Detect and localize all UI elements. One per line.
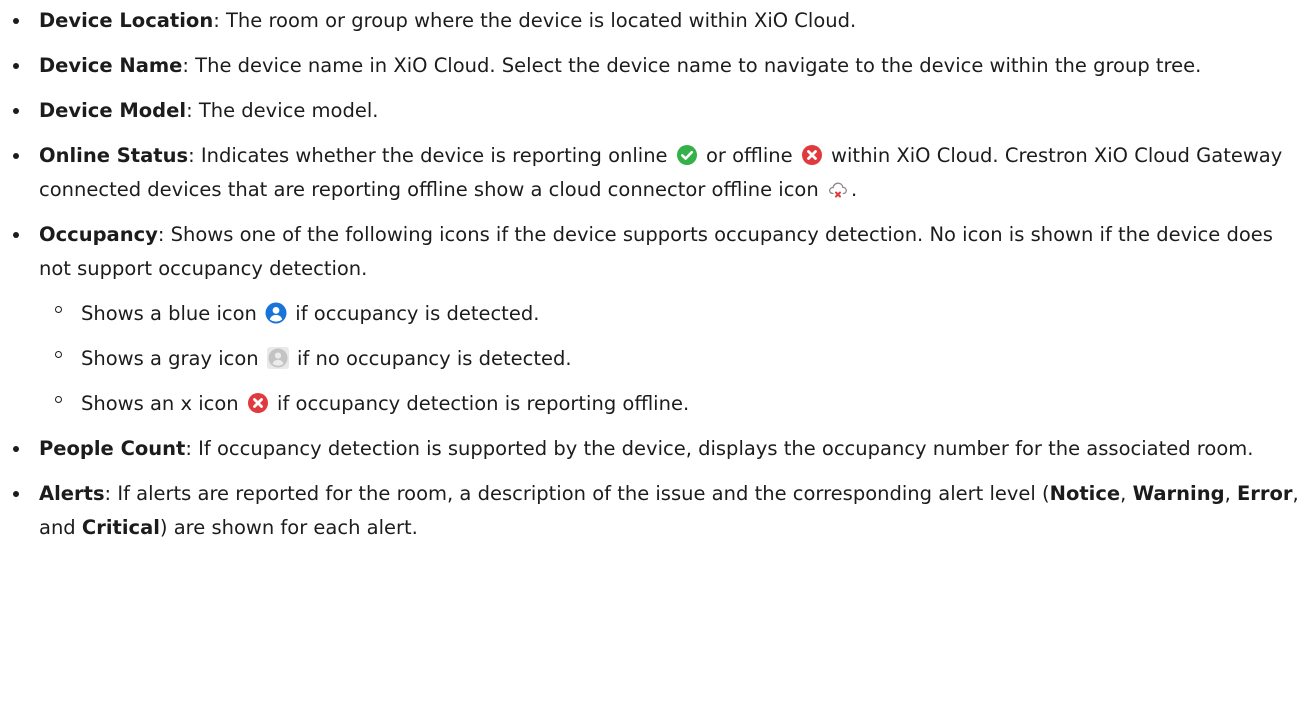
- term-device-model: Device Model: [39, 99, 187, 122]
- document-body: Device Location: The room or group where…: [0, 0, 1310, 545]
- list-item-people-count: People Count: If occupancy detection is …: [0, 432, 1310, 466]
- alert-level-warning: Warning: [1132, 482, 1225, 505]
- x-circle-icon: [247, 392, 269, 414]
- list-item-online-status: Online Status: Indicates whether the dev…: [0, 139, 1310, 207]
- term-occupancy: Occupancy: [39, 223, 158, 246]
- sub-gray-pre: Shows a gray icon: [81, 347, 265, 370]
- field-list: Device Location: The room or group where…: [0, 4, 1310, 545]
- alert-level-critical: Critical: [81, 516, 160, 539]
- desc-device-name: : The device name in XiO Cloud. Select t…: [182, 54, 1202, 77]
- desc-device-model: : The device model.: [186, 99, 379, 122]
- check-circle-icon: [676, 144, 698, 166]
- desc-online-status-d: .: [850, 178, 858, 201]
- sublist-item-blue: Shows a blue icon if occupancy is detect…: [39, 297, 1310, 331]
- term-device-name: Device Name: [39, 54, 183, 77]
- sublist-item-x: Shows an x icon if occupancy detection i…: [39, 387, 1310, 421]
- cloud-offline-icon: [827, 178, 849, 200]
- person-circle-blue-icon: [265, 302, 287, 324]
- desc-alerts-b: ) are shown for each alert.: [159, 516, 418, 539]
- desc-people-count: : If occupancy detection is supported by…: [185, 437, 1254, 460]
- term-people-count: People Count: [39, 437, 186, 460]
- list-item-device-location: Device Location: The room or group where…: [0, 4, 1310, 38]
- alerts-sep-2: ,: [1224, 482, 1237, 505]
- alert-level-error: Error: [1236, 482, 1293, 505]
- x-circle-icon: [801, 144, 823, 166]
- alert-level-notice: Notice: [1049, 482, 1121, 505]
- desc-online-status-b: or offline: [699, 144, 799, 167]
- term-device-location: Device Location: [39, 9, 214, 32]
- list-item-device-model: Device Model: The device model.: [0, 94, 1310, 128]
- occupancy-sublist: Shows a blue icon if occupancy is detect…: [39, 297, 1310, 421]
- sublist-item-gray: Shows a gray icon if no occupancy is det…: [39, 342, 1310, 376]
- desc-occupancy: : Shows one of the following icons if th…: [39, 223, 1273, 280]
- list-item-alerts: Alerts: If alerts are reported for the r…: [0, 477, 1310, 545]
- sub-x-post: if occupancy detection is reporting offl…: [270, 392, 690, 415]
- list-item-device-name: Device Name: The device name in XiO Clou…: [0, 49, 1310, 83]
- sub-blue-post: if occupancy is detected.: [289, 302, 540, 325]
- term-alerts: Alerts: [39, 482, 105, 505]
- person-circle-gray-icon: [266, 347, 289, 369]
- alerts-sep-1: ,: [1120, 482, 1133, 505]
- desc-alerts-a: : If alerts are reported for the room, a…: [104, 482, 1050, 505]
- desc-device-location: : The room or group where the device is …: [213, 9, 857, 32]
- sub-blue-pre: Shows a blue icon: [81, 302, 264, 325]
- sub-gray-post: if no occupancy is detected.: [290, 347, 572, 370]
- desc-online-status-a: : Indicates whether the device is report…: [188, 144, 674, 167]
- list-item-occupancy: Occupancy: Shows one of the following ic…: [0, 218, 1310, 421]
- term-online-status: Online Status: [39, 144, 189, 167]
- sub-x-pre: Shows an x icon: [81, 392, 245, 415]
